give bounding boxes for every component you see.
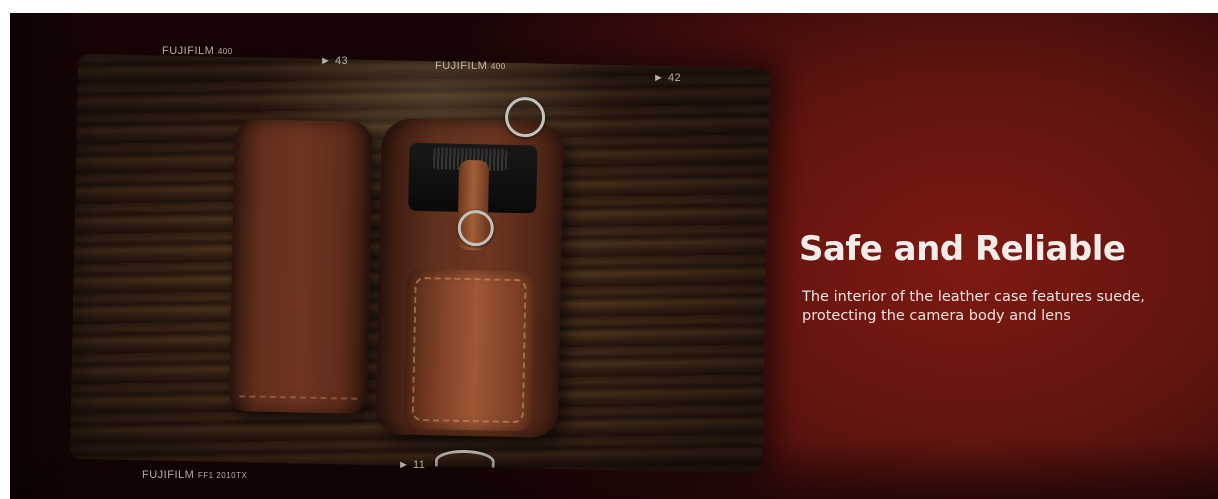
film-mark-brand-2: FUJIFILM 400 — [435, 60, 506, 72]
film-mark-frame-1: ► 43 — [320, 55, 349, 67]
film-brand-text: FUJIFILM — [162, 45, 215, 57]
leather-case-lid — [228, 119, 373, 414]
product-banner: FUJIFILM 400 ► 43 FUJIFILM 400 ► 42 FUJI… — [10, 13, 1218, 499]
lid-stitching — [239, 395, 358, 400]
film-mark-frame-2: ► 42 — [653, 72, 682, 84]
film-brand-text: FUJIFILM — [435, 60, 488, 72]
banner-description: The interior of the leather case feature… — [802, 289, 1145, 324]
leather-camera-case — [375, 118, 564, 438]
banner-headline: Safe and Reliable — [799, 229, 1126, 269]
film-mark-frame-3: ► 11 — [398, 459, 426, 471]
film-mark-brand-1: FUJIFILM 400 — [162, 45, 233, 57]
bottom-ring-icon — [434, 449, 496, 474]
film-brand-text: FUJIFILM — [142, 469, 195, 481]
film-code-text: 400 — [217, 47, 233, 56]
film-code-text: 400 — [490, 62, 506, 71]
film-code-text: FF1 2010TX — [197, 471, 248, 480]
product-photo — [69, 53, 771, 474]
film-mark-brand-3: FUJIFILM FF1 2010TX — [142, 469, 247, 481]
case-front-flap — [403, 268, 535, 432]
